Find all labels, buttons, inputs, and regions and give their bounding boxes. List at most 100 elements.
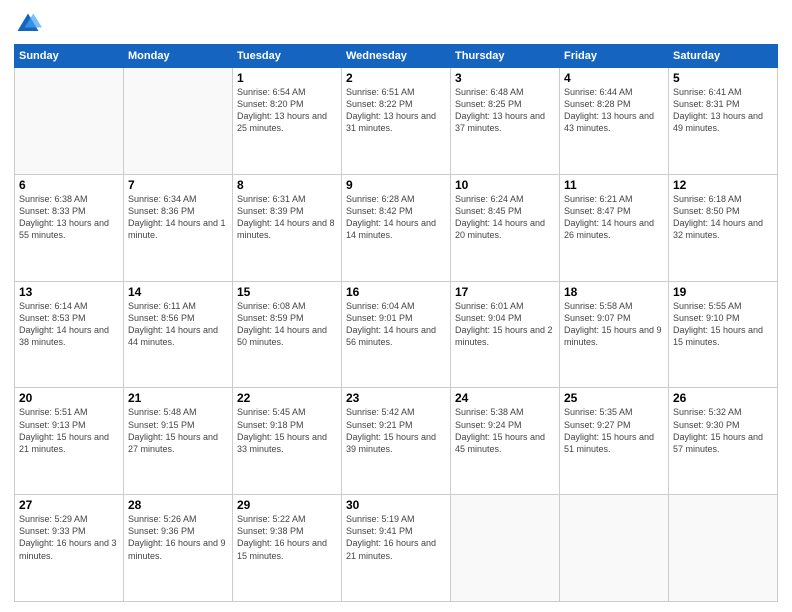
calendar-cell: 9Sunrise: 6:28 AM Sunset: 8:42 PM Daylig… [342,174,451,281]
calendar-cell: 5Sunrise: 6:41 AM Sunset: 8:31 PM Daylig… [669,68,778,175]
day-number: 5 [673,71,773,85]
day-number: 24 [455,391,555,405]
day-number: 28 [128,498,228,512]
day-info: Sunrise: 6:18 AM Sunset: 8:50 PM Dayligh… [673,193,773,242]
day-number: 30 [346,498,446,512]
day-number: 6 [19,178,119,192]
day-info: Sunrise: 6:24 AM Sunset: 8:45 PM Dayligh… [455,193,555,242]
calendar-cell: 22Sunrise: 5:45 AM Sunset: 9:18 PM Dayli… [233,388,342,495]
day-number: 1 [237,71,337,85]
day-number: 2 [346,71,446,85]
header [14,10,778,38]
day-number: 20 [19,391,119,405]
day-info: Sunrise: 5:42 AM Sunset: 9:21 PM Dayligh… [346,406,446,455]
day-number: 8 [237,178,337,192]
day-info: Sunrise: 5:26 AM Sunset: 9:36 PM Dayligh… [128,513,228,562]
day-number: 27 [19,498,119,512]
day-info: Sunrise: 6:11 AM Sunset: 8:56 PM Dayligh… [128,300,228,349]
calendar-cell [451,495,560,602]
weekday-header-thursday: Thursday [451,45,560,68]
day-info: Sunrise: 6:08 AM Sunset: 8:59 PM Dayligh… [237,300,337,349]
weekday-header-monday: Monday [124,45,233,68]
day-number: 17 [455,285,555,299]
calendar-cell: 20Sunrise: 5:51 AM Sunset: 9:13 PM Dayli… [15,388,124,495]
calendar-cell: 25Sunrise: 5:35 AM Sunset: 9:27 PM Dayli… [560,388,669,495]
day-number: 21 [128,391,228,405]
calendar-cell [669,495,778,602]
day-number: 4 [564,71,664,85]
page: SundayMondayTuesdayWednesdayThursdayFrid… [0,0,792,612]
day-info: Sunrise: 6:44 AM Sunset: 8:28 PM Dayligh… [564,86,664,135]
calendar-cell: 8Sunrise: 6:31 AM Sunset: 8:39 PM Daylig… [233,174,342,281]
day-number: 26 [673,391,773,405]
day-number: 19 [673,285,773,299]
day-info: Sunrise: 5:29 AM Sunset: 9:33 PM Dayligh… [19,513,119,562]
day-number: 25 [564,391,664,405]
day-info: Sunrise: 5:48 AM Sunset: 9:15 PM Dayligh… [128,406,228,455]
calendar-cell: 15Sunrise: 6:08 AM Sunset: 8:59 PM Dayli… [233,281,342,388]
week-row-0: 1Sunrise: 6:54 AM Sunset: 8:20 PM Daylig… [15,68,778,175]
day-number: 12 [673,178,773,192]
week-row-4: 27Sunrise: 5:29 AM Sunset: 9:33 PM Dayli… [15,495,778,602]
day-info: Sunrise: 6:48 AM Sunset: 8:25 PM Dayligh… [455,86,555,135]
calendar-cell: 14Sunrise: 6:11 AM Sunset: 8:56 PM Dayli… [124,281,233,388]
calendar-cell [15,68,124,175]
day-number: 13 [19,285,119,299]
day-number: 11 [564,178,664,192]
calendar-cell: 17Sunrise: 6:01 AM Sunset: 9:04 PM Dayli… [451,281,560,388]
weekday-header-tuesday: Tuesday [233,45,342,68]
calendar-cell: 27Sunrise: 5:29 AM Sunset: 9:33 PM Dayli… [15,495,124,602]
day-info: Sunrise: 5:58 AM Sunset: 9:07 PM Dayligh… [564,300,664,349]
calendar-cell: 7Sunrise: 6:34 AM Sunset: 8:36 PM Daylig… [124,174,233,281]
day-number: 29 [237,498,337,512]
day-info: Sunrise: 5:22 AM Sunset: 9:38 PM Dayligh… [237,513,337,562]
day-info: Sunrise: 6:21 AM Sunset: 8:47 PM Dayligh… [564,193,664,242]
calendar-cell: 1Sunrise: 6:54 AM Sunset: 8:20 PM Daylig… [233,68,342,175]
day-info: Sunrise: 5:19 AM Sunset: 9:41 PM Dayligh… [346,513,446,562]
calendar-cell: 29Sunrise: 5:22 AM Sunset: 9:38 PM Dayli… [233,495,342,602]
weekday-header-sunday: Sunday [15,45,124,68]
week-row-2: 13Sunrise: 6:14 AM Sunset: 8:53 PM Dayli… [15,281,778,388]
day-number: 10 [455,178,555,192]
calendar-cell [124,68,233,175]
logo-icon [14,10,42,38]
day-info: Sunrise: 6:34 AM Sunset: 8:36 PM Dayligh… [128,193,228,242]
calendar-cell: 4Sunrise: 6:44 AM Sunset: 8:28 PM Daylig… [560,68,669,175]
week-row-1: 6Sunrise: 6:38 AM Sunset: 8:33 PM Daylig… [15,174,778,281]
day-info: Sunrise: 5:55 AM Sunset: 9:10 PM Dayligh… [673,300,773,349]
day-info: Sunrise: 6:04 AM Sunset: 9:01 PM Dayligh… [346,300,446,349]
day-info: Sunrise: 6:14 AM Sunset: 8:53 PM Dayligh… [19,300,119,349]
day-info: Sunrise: 6:01 AM Sunset: 9:04 PM Dayligh… [455,300,555,349]
day-number: 16 [346,285,446,299]
calendar: SundayMondayTuesdayWednesdayThursdayFrid… [14,44,778,602]
day-number: 7 [128,178,228,192]
day-info: Sunrise: 5:38 AM Sunset: 9:24 PM Dayligh… [455,406,555,455]
day-number: 22 [237,391,337,405]
calendar-cell: 16Sunrise: 6:04 AM Sunset: 9:01 PM Dayli… [342,281,451,388]
calendar-cell: 19Sunrise: 5:55 AM Sunset: 9:10 PM Dayli… [669,281,778,388]
calendar-cell: 3Sunrise: 6:48 AM Sunset: 8:25 PM Daylig… [451,68,560,175]
weekday-header-row: SundayMondayTuesdayWednesdayThursdayFrid… [15,45,778,68]
calendar-cell: 28Sunrise: 5:26 AM Sunset: 9:36 PM Dayli… [124,495,233,602]
calendar-cell: 13Sunrise: 6:14 AM Sunset: 8:53 PM Dayli… [15,281,124,388]
weekday-header-saturday: Saturday [669,45,778,68]
calendar-cell: 26Sunrise: 5:32 AM Sunset: 9:30 PM Dayli… [669,388,778,495]
weekday-header-friday: Friday [560,45,669,68]
day-number: 14 [128,285,228,299]
calendar-cell: 21Sunrise: 5:48 AM Sunset: 9:15 PM Dayli… [124,388,233,495]
calendar-cell: 23Sunrise: 5:42 AM Sunset: 9:21 PM Dayli… [342,388,451,495]
day-info: Sunrise: 5:32 AM Sunset: 9:30 PM Dayligh… [673,406,773,455]
day-info: Sunrise: 6:41 AM Sunset: 8:31 PM Dayligh… [673,86,773,135]
calendar-cell: 12Sunrise: 6:18 AM Sunset: 8:50 PM Dayli… [669,174,778,281]
weekday-header-wednesday: Wednesday [342,45,451,68]
day-number: 18 [564,285,664,299]
day-info: Sunrise: 5:45 AM Sunset: 9:18 PM Dayligh… [237,406,337,455]
day-number: 9 [346,178,446,192]
day-info: Sunrise: 5:51 AM Sunset: 9:13 PM Dayligh… [19,406,119,455]
calendar-cell: 10Sunrise: 6:24 AM Sunset: 8:45 PM Dayli… [451,174,560,281]
calendar-cell: 30Sunrise: 5:19 AM Sunset: 9:41 PM Dayli… [342,495,451,602]
day-info: Sunrise: 6:28 AM Sunset: 8:42 PM Dayligh… [346,193,446,242]
calendar-cell: 24Sunrise: 5:38 AM Sunset: 9:24 PM Dayli… [451,388,560,495]
day-info: Sunrise: 6:31 AM Sunset: 8:39 PM Dayligh… [237,193,337,242]
calendar-cell [560,495,669,602]
